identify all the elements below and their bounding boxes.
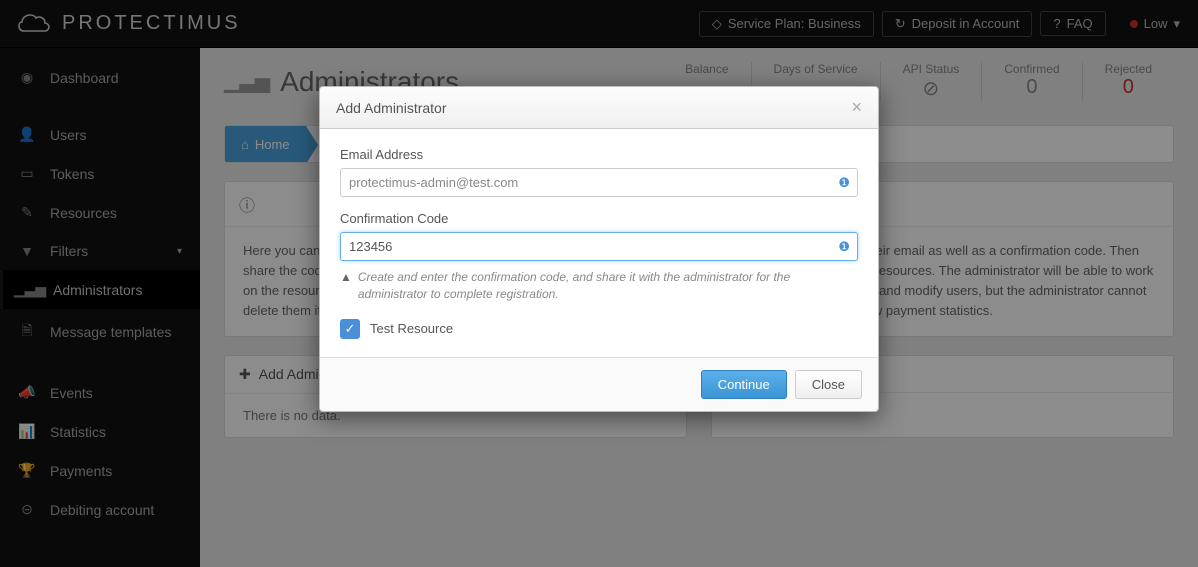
info-badge-icon[interactable]: ❶ [838,175,850,191]
info-badge-icon[interactable]: ❶ [838,239,850,255]
email-field[interactable] [340,168,858,197]
confirmation-code-field[interactable] [340,232,858,261]
modal-title: Add Administrator [336,100,447,116]
add-administrator-modal: Add Administrator × Email Address ❶ Conf… [319,86,879,412]
continue-button[interactable]: Continue [701,370,787,399]
close-icon[interactable]: × [851,97,862,118]
code-label: Confirmation Code [340,211,858,226]
close-button[interactable]: Close [795,370,862,399]
resource-label: Test Resource [370,321,453,336]
email-label: Email Address [340,147,858,162]
resource-checkbox[interactable]: ✓ [340,319,360,339]
modal-overlay: Add Administrator × Email Address ❶ Conf… [0,0,1198,567]
code-hint: ▲ Create and enter the confirmation code… [340,269,858,303]
warning-icon: ▲ [340,269,352,303]
